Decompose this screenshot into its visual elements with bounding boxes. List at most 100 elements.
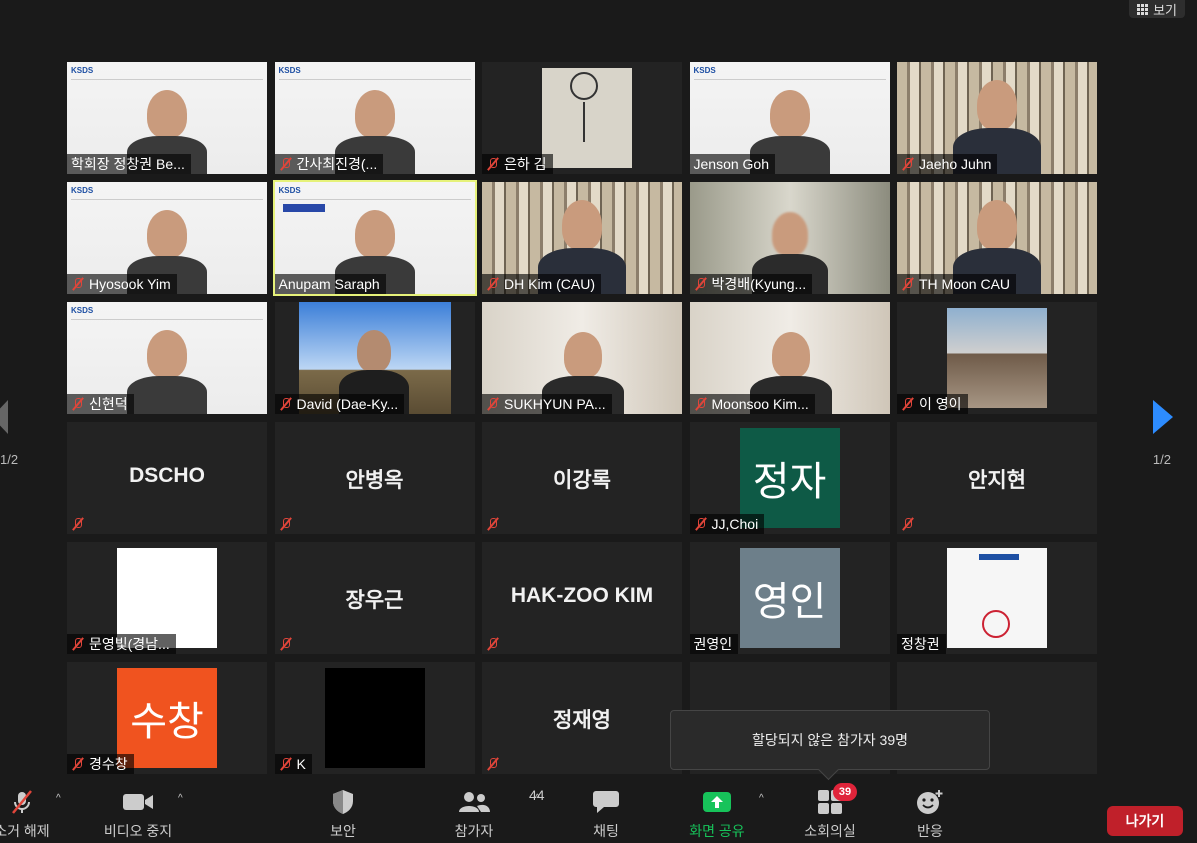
view-button[interactable]: 보기 [1129,0,1185,18]
participant-tile[interactable]: 이강록 [482,422,682,534]
muted-microphone-icon [486,157,500,171]
participant-tile[interactable]: 정자 JJ,Choi [689,422,890,534]
muted-microphone-icon [279,517,293,531]
security-button[interactable]: 보안 [293,789,393,841]
participants-button[interactable]: 44 참가자 [424,787,545,841]
participants-options-chevron-icon[interactable]: ^ [535,793,540,804]
muted-microphone-icon [486,517,500,531]
participant-name: DSCHO [129,464,205,487]
breakout-rooms-button[interactable]: 39 소회의실 [780,783,880,841]
participant-name-label: 이 영이 [897,394,968,414]
breakout-rooms-icon: 39 [817,783,857,815]
unassigned-participants-tooltip: 할당되지 않은 참가자 39명 [670,710,990,770]
participant-tile[interactable]: TH Moon CAU [897,182,1097,294]
meeting-toolbar: 소거 해제 ^ 비디오 중지 ^ 보안 44 참가자 ^ 채팅 화면 공유 ^ [0,783,1197,843]
participant-name: JJ,Choi [711,516,759,532]
participants-icon: 44 [457,787,545,815]
participant-name-label: 학회장 정창권 Be... [67,154,191,174]
participant-tile[interactable]: K [274,662,475,774]
participant-name: 박경배(Kyung... [711,276,807,292]
smiley-add-icon [916,789,944,815]
unmute-button[interactable]: 소거 해제 [0,789,72,841]
participant-tile[interactable]: 영인 권영인 [689,542,890,654]
participant-avatar: 정자 [739,428,840,528]
participant-name: DH Kim (CAU) [504,276,595,292]
participant-name-label: 권영인 [689,634,739,654]
participant-name: 간사최진경(... [296,156,378,172]
participant-name: 신현덕 [89,396,128,412]
participant-tile[interactable]: Jaeho Juhn [897,62,1097,174]
participant-tile[interactable]: SUKHYUN PA... [482,302,682,414]
participant-tile[interactable]: KSDS Hyosook Yim [67,182,267,294]
page-indicator-left: 1/2 [0,452,19,467]
chat-button[interactable]: 채팅 [556,789,656,841]
tooltip-text: 할당되지 않은 참가자 39명 [751,732,909,748]
participant-tile[interactable]: Moonsoo Kim... [689,302,890,414]
participant-name: 안지현 [968,469,1026,492]
muted-microphone-icon [279,637,293,651]
muted-microphone-icon [9,789,35,815]
participant-name-label: DH Kim (CAU) [482,274,601,294]
participant-name: 경수창 [89,756,128,772]
participant-tile[interactable]: KSDS 학회장 정창권 Be... [67,62,267,174]
muted-microphone-icon [71,277,85,291]
participant-tile[interactable]: 박경배(Kyung... [689,182,890,294]
participant-tile[interactable]: 은하 김 [482,62,682,174]
participant-name-label: Anupam Saraph [274,274,386,294]
participant-tile[interactable]: 정창권 [897,542,1097,654]
participant-name: Jenson Goh [693,156,770,172]
participant-tile[interactable]: HAK-ZOO KIM [482,542,682,654]
participant-tile[interactable]: DH Kim (CAU) [482,182,682,294]
participant-video [324,668,425,768]
next-page-icon[interactable] [1153,400,1173,434]
breakout-rooms-label: 소회의실 [804,823,856,839]
share-options-chevron-icon[interactable]: ^ [759,793,764,804]
video-options-chevron-icon[interactable]: ^ [178,793,183,804]
breakout-rooms-badge: 39 [833,783,857,801]
muted-microphone-icon [694,517,708,531]
participant-tile[interactable]: 안지현 [897,422,1097,534]
participant-tile[interactable]: 장우근 [274,542,475,654]
participant-tile[interactable]: 수창 경수창 [67,662,267,774]
participant-name-label: 박경배(Kyung... [689,274,813,294]
participant-tile[interactable]: 정재영 [482,662,682,774]
participant-tile[interactable]: DSCHO [67,422,267,534]
grid-view-icon [1137,3,1149,15]
participant-tile[interactable]: 문영빛(경남... [67,542,267,654]
reactions-button[interactable]: 반응 [880,789,980,841]
participant-tile[interactable]: KSDS 간사최진경(... [274,62,475,174]
leave-meeting-button[interactable]: 나가기 [1107,806,1183,836]
participant-name-label: David (Dae-Ky... [274,394,405,414]
participant-name-label: K [274,754,312,774]
audio-options-chevron-icon[interactable]: ^ [56,793,61,804]
muted-microphone-icon [71,517,85,531]
muted-microphone-icon [486,397,500,411]
muted-microphone-icon [486,277,500,291]
muted-microphone-icon [279,757,293,771]
participant-name-label: SUKHYUN PA... [482,394,612,414]
participant-tile[interactable]: KSDS Jenson Goh [689,62,890,174]
muted-microphone-icon [71,637,85,651]
participant-name: 이 영이 [919,396,962,412]
muted-microphone-icon [279,157,293,171]
share-screen-label: 화면 공유 [689,823,745,839]
participant-name: 문영빛(경남... [89,636,170,652]
stop-video-label: 비디오 중지 [103,823,173,839]
participant-name: 은하 김 [504,156,547,172]
video-gallery: KSDS 학회장 정창권 Be... KSDS 간사최진경(... 은하 김 KSDS Je… [67,62,1097,774]
participant-name: 안병옥 [345,469,404,492]
previous-page-icon[interactable] [0,400,8,434]
stop-video-button[interactable]: 비디오 중지 [88,789,188,841]
participant-name-label: 간사최진경(... [274,154,384,174]
chat-label: 채팅 [593,823,619,839]
participant-tile[interactable]: KSDS Anupam Saraph [272,180,477,296]
participant-avatar: 수창 [117,668,217,768]
muted-microphone-icon [279,397,293,411]
participant-tile[interactable]: David (Dae-Ky... [274,302,475,414]
share-screen-button[interactable]: 화면 공유 [667,789,767,841]
reactions-label: 반응 [917,823,943,839]
participant-tile[interactable]: 안병옥 [274,422,475,534]
muted-microphone-icon [901,277,915,291]
participant-tile[interactable]: 이 영이 [897,302,1097,414]
participant-tile[interactable]: KSDS 신현덕 [67,302,267,414]
